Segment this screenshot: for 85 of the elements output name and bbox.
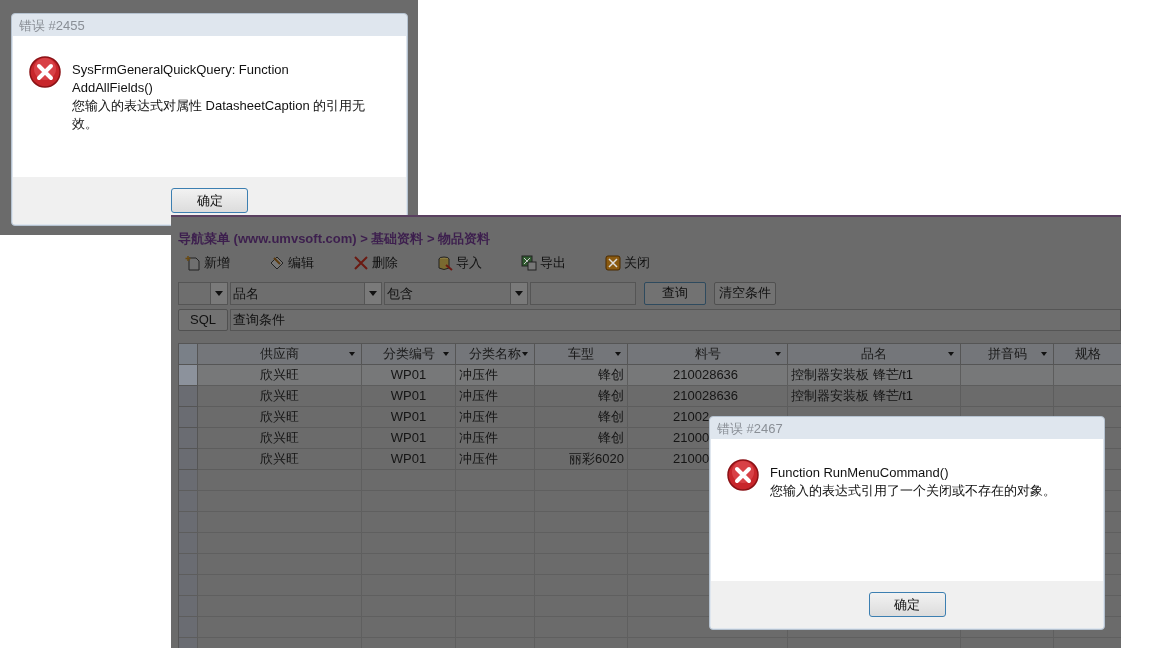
table-cell: 控制器安装板 锋芒/t1	[788, 364, 961, 386]
row-header[interactable]	[179, 490, 198, 512]
error-icon	[727, 459, 759, 491]
table-cell: 冲压件	[456, 448, 535, 470]
table-cell: 冲压件	[456, 364, 535, 386]
toolbar-button[interactable]: 导出	[521, 253, 605, 273]
ok-button[interactable]: 确定	[868, 592, 946, 617]
toolbar-button[interactable]: 编辑	[269, 253, 353, 273]
table-cell: 210028636	[628, 364, 788, 386]
toolbar-button[interactable]: 新增	[185, 253, 269, 273]
ok-button[interactable]: 确定	[171, 188, 248, 213]
row-header[interactable]	[179, 385, 198, 407]
table-cell: 欣兴旺	[198, 406, 362, 428]
row-header[interactable]	[179, 616, 198, 638]
row-header[interactable]	[179, 532, 198, 554]
table-cell: 锋创	[535, 427, 628, 449]
column-header[interactable]: 车型	[535, 343, 628, 365]
delete-icon	[353, 254, 369, 271]
message-text: 您输入的表达式引用了一个关闭或不存在的对象。	[770, 482, 1057, 500]
table-cell: WP01	[362, 364, 456, 386]
row-header[interactable]	[179, 595, 198, 617]
table-cell: 锋创	[535, 406, 628, 428]
row-header[interactable]	[179, 511, 198, 533]
dropdown-field[interactable]: 包含	[384, 281, 528, 305]
table-cell: 丽彩6020	[535, 448, 628, 470]
row-header[interactable]	[179, 364, 198, 386]
caret-icon[interactable]	[349, 351, 355, 356]
error-icon	[29, 56, 61, 88]
spreadsheet-icon	[521, 254, 537, 271]
close-icon	[605, 254, 621, 271]
table-cell: WP01	[362, 448, 456, 470]
caret-icon	[515, 290, 523, 296]
message-text: 您输入的表达式对属性 DatasheetCaption 的引用无效。	[72, 97, 367, 133]
table-cell: 欣兴旺	[198, 364, 362, 386]
dropdown-field[interactable]: 品名	[230, 281, 382, 305]
breadcrumb: 导航菜单 (www.umvsoft.com) > 基础资料 > 物品资料	[178, 230, 492, 248]
table-cell: 控制器安装板 锋芒/t1	[788, 385, 961, 407]
column-header[interactable]: 品名	[788, 343, 961, 365]
sql-button[interactable]: SQL	[178, 308, 228, 331]
clear-button[interactable]: 清空条件	[714, 281, 776, 305]
row-header[interactable]	[179, 574, 198, 596]
row-header[interactable]	[179, 427, 198, 449]
table-cell: WP01	[362, 427, 456, 449]
table-cell: WP01	[362, 406, 456, 428]
table-cell: 欣兴旺	[198, 448, 362, 470]
toolbar-button[interactable]: 关闭	[605, 253, 689, 273]
pencil-icon	[269, 254, 285, 271]
table-cell: 锋创	[535, 364, 628, 386]
row-header[interactable]	[179, 448, 198, 470]
column-header[interactable]: 供应商	[198, 343, 362, 365]
caret-icon[interactable]	[522, 351, 528, 356]
caret-icon[interactable]	[1041, 351, 1047, 356]
column-header[interactable]: 拼音码	[961, 343, 1054, 365]
table-cell: 锋创	[535, 385, 628, 407]
caret-icon	[369, 290, 377, 296]
row-header[interactable]	[179, 553, 198, 575]
search-field[interactable]	[530, 281, 636, 305]
table-cell: 冲压件	[456, 406, 535, 428]
column-header[interactable]: 分类编号	[362, 343, 456, 365]
caret-icon[interactable]	[948, 351, 954, 356]
column-header[interactable]: 规格	[1054, 343, 1121, 365]
row-header[interactable]	[179, 406, 198, 428]
table-cell: 欣兴旺	[198, 427, 362, 449]
toolbar-button[interactable]: 删除	[353, 253, 437, 273]
condition-field[interactable]: 查询条件	[230, 308, 1121, 331]
query-button[interactable]: 查询	[644, 281, 706, 305]
table-cell: 冲压件	[456, 385, 535, 407]
caret-icon[interactable]	[615, 351, 621, 356]
new-file-icon	[185, 254, 201, 271]
toolbar-button[interactable]: 导入	[437, 253, 521, 273]
dialog-title: 错误 #2455	[18, 17, 86, 35]
row-header[interactable]	[179, 469, 198, 491]
message-text: SysFrmGeneralQuickQuery: Function AddAllFields()	[72, 61, 290, 97]
column-header[interactable]: 料号	[628, 343, 788, 365]
column-header[interactable]: 分类名称	[456, 343, 535, 365]
dropdown-field[interactable]	[178, 281, 228, 305]
caret-icon	[215, 290, 223, 296]
table-cell: WP01	[362, 385, 456, 407]
caret-icon[interactable]	[775, 351, 781, 356]
database-icon	[437, 254, 453, 271]
select-all-corner[interactable]	[179, 343, 198, 365]
caret-icon[interactable]	[443, 351, 449, 356]
table-cell: 冲压件	[456, 427, 535, 449]
table-cell: 210028636	[628, 385, 788, 407]
table-cell: 欣兴旺	[198, 385, 362, 407]
